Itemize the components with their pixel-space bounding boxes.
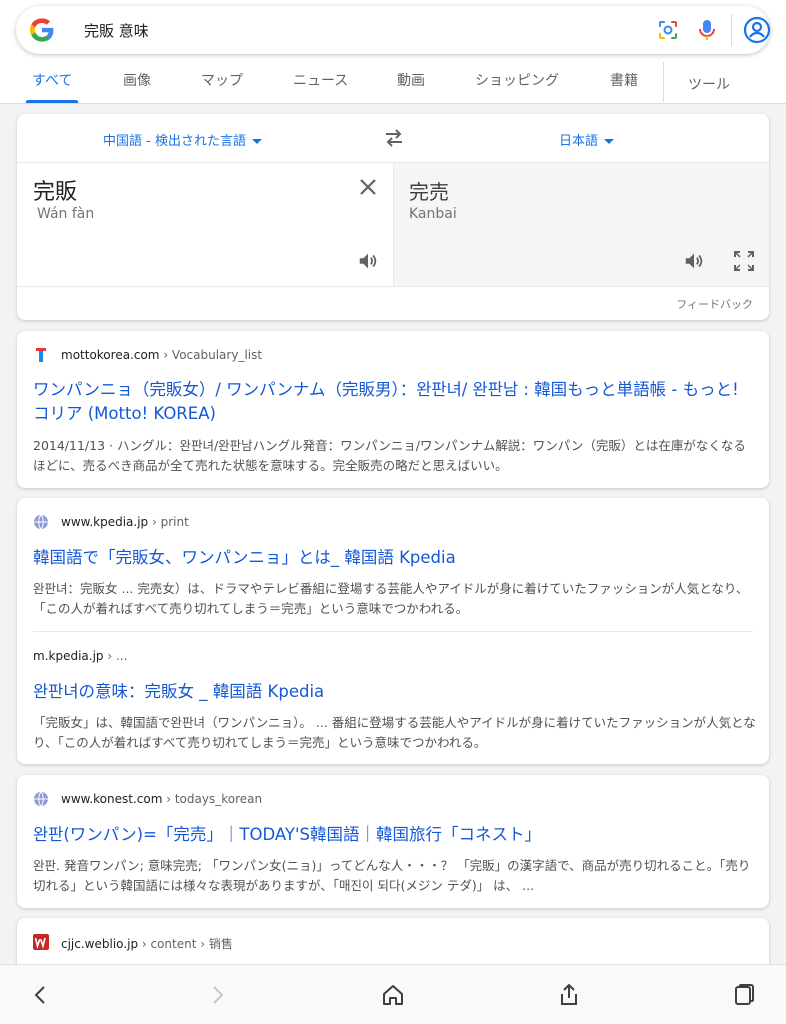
result-url[interactable]: cjjc.weblio.jp › content › 销售 bbox=[61, 935, 233, 952]
search-bar[interactable]: 完販 意味 bbox=[16, 6, 771, 54]
fullscreen-icon[interactable] bbox=[733, 250, 755, 272]
result-domain: www.kpedia.jp bbox=[61, 515, 149, 529]
dropdown-caret-icon bbox=[251, 139, 262, 144]
close-icon[interactable] bbox=[359, 178, 377, 196]
tab-tools[interactable]: ツール bbox=[688, 74, 730, 94]
tab-books[interactable]: 書籍 bbox=[610, 70, 638, 90]
result-breadcrumb: › ... bbox=[103, 649, 128, 663]
dropdown-caret-icon bbox=[604, 139, 615, 144]
translate-widget: 中国語 - 検出された言語 日本語 完販 Wán fàn 完売 Kanbai フ… bbox=[17, 114, 769, 320]
target-text: 完売 bbox=[409, 180, 449, 204]
translate-footer-divider bbox=[17, 286, 769, 287]
tabs-divider bbox=[663, 62, 664, 102]
speaker-icon[interactable] bbox=[683, 250, 705, 272]
sub-result-snippet: 「完販女」は、韓国語で완판녀（ワンパンニョ）。 ... 番組に登場する芸能人やア… bbox=[33, 715, 756, 750]
result-snippet: 2014/11/13 · ハングル：완판녀/완판남ハングル発音：ワンパンニョ/ワ… bbox=[33, 438, 746, 473]
search-header: 完販 意味 すべて 画像 マップ ニュース 動画 ショッピング 書籍 ツール bbox=[0, 0, 786, 104]
home-icon[interactable] bbox=[381, 983, 405, 1007]
tab-maps[interactable]: マップ bbox=[201, 70, 243, 90]
swap-icon[interactable] bbox=[383, 128, 405, 148]
source-romanization: Wán fàn bbox=[37, 206, 95, 222]
browser-toolbar bbox=[0, 964, 786, 1024]
source-text[interactable]: 完販 bbox=[33, 174, 77, 206]
search-result: www.kpedia.jp › print 韓国語で「完販女、ワンパンニョ」とは… bbox=[17, 498, 769, 764]
account-icon[interactable] bbox=[743, 16, 771, 44]
tabs-icon[interactable] bbox=[733, 983, 757, 1007]
source-language-label: 中国語 - 検出された言語 bbox=[103, 134, 246, 149]
result-domain: m.kpedia.jp bbox=[33, 649, 104, 663]
search-result: mottokorea.com › Vocabulary_list ワンパンニョ（… bbox=[17, 331, 769, 488]
result-breadcrumb: › Vocabulary_list bbox=[159, 348, 263, 362]
globe-icon bbox=[34, 791, 48, 807]
tab-shopping[interactable]: ショッピング bbox=[475, 70, 559, 90]
result-domain: mottokorea.com bbox=[61, 348, 160, 362]
sub-result-url[interactable]: m.kpedia.jp › ... bbox=[33, 649, 127, 663]
search-divider bbox=[731, 14, 732, 46]
target-pane bbox=[393, 163, 769, 287]
back-icon[interactable] bbox=[29, 983, 53, 1007]
result-snippet: 완판. 発音ワンパン; 意味完売; 「ワンパン女(ニョ)」ってどんな人・・・？ … bbox=[33, 858, 751, 893]
result-title-link[interactable]: 韓国語で「完販女、ワンパンニョ」とは_ 韓国語 Kpedia bbox=[33, 546, 757, 570]
lens-icon[interactable] bbox=[656, 18, 680, 42]
target-language-label: 日本語 bbox=[559, 134, 599, 149]
search-query[interactable]: 完販 意味 bbox=[84, 20, 149, 41]
tab-images[interactable]: 画像 bbox=[123, 70, 151, 90]
result-url[interactable]: mottokorea.com › Vocabulary_list bbox=[61, 348, 262, 362]
result-domain: cjjc.weblio.jp bbox=[61, 937, 139, 951]
result-title-link[interactable]: ワンパンニョ（完販女）/ ワンパンナム（完販男）：완판녀/ 완판남 : 韓国もっ… bbox=[33, 378, 757, 426]
result-title-link[interactable]: 완판(ワンパン)=「完売」｜TODAY'S韓国語｜韓国旅行「コネスト」 bbox=[33, 823, 757, 847]
result-breadcrumb: › print bbox=[148, 515, 189, 529]
sub-result-title-link[interactable]: 완판녀の意味：完販女 _ 韓国語 Kpedia bbox=[33, 680, 757, 704]
result-breadcrumb: › content › 销售 bbox=[138, 937, 233, 951]
tab-videos[interactable]: 動画 bbox=[397, 70, 425, 90]
share-icon[interactable] bbox=[557, 983, 581, 1007]
speaker-icon[interactable] bbox=[357, 250, 379, 272]
search-result: www.konest.com › todays_korean 완판(ワンパン)=… bbox=[17, 775, 769, 908]
mic-icon[interactable] bbox=[696, 18, 718, 42]
result-url[interactable]: www.konest.com › todays_korean bbox=[61, 792, 262, 806]
weblio-favicon-icon bbox=[33, 934, 49, 950]
result-snippet: 완판녀：完販女 ... 完売女）は、ドラマやテレビ番組に登場する芸能人やアイドル… bbox=[33, 581, 749, 616]
result-url[interactable]: www.kpedia.jp › print bbox=[61, 515, 189, 529]
tab-all[interactable]: すべて bbox=[32, 70, 72, 90]
source-language-select[interactable]: 中国語 - 検出された言語 bbox=[103, 130, 262, 149]
globe-icon bbox=[34, 514, 48, 530]
result-divider bbox=[33, 631, 753, 632]
mottokorea-favicon-icon bbox=[36, 348, 46, 362]
google-logo-icon[interactable] bbox=[28, 16, 56, 44]
active-tab-indicator bbox=[26, 100, 78, 103]
tab-news[interactable]: ニュース bbox=[293, 70, 348, 90]
forward-icon[interactable] bbox=[205, 983, 229, 1007]
target-language-select[interactable]: 日本語 bbox=[559, 130, 615, 149]
result-domain: www.konest.com bbox=[61, 792, 163, 806]
result-breadcrumb: › todays_korean bbox=[162, 792, 263, 806]
search-tabs: すべて 画像 マップ ニュース 動画 ショッピング 書籍 ツール bbox=[0, 60, 786, 104]
feedback-link[interactable]: フィードバック bbox=[676, 296, 753, 312]
target-romanization: Kanbai bbox=[409, 206, 457, 222]
